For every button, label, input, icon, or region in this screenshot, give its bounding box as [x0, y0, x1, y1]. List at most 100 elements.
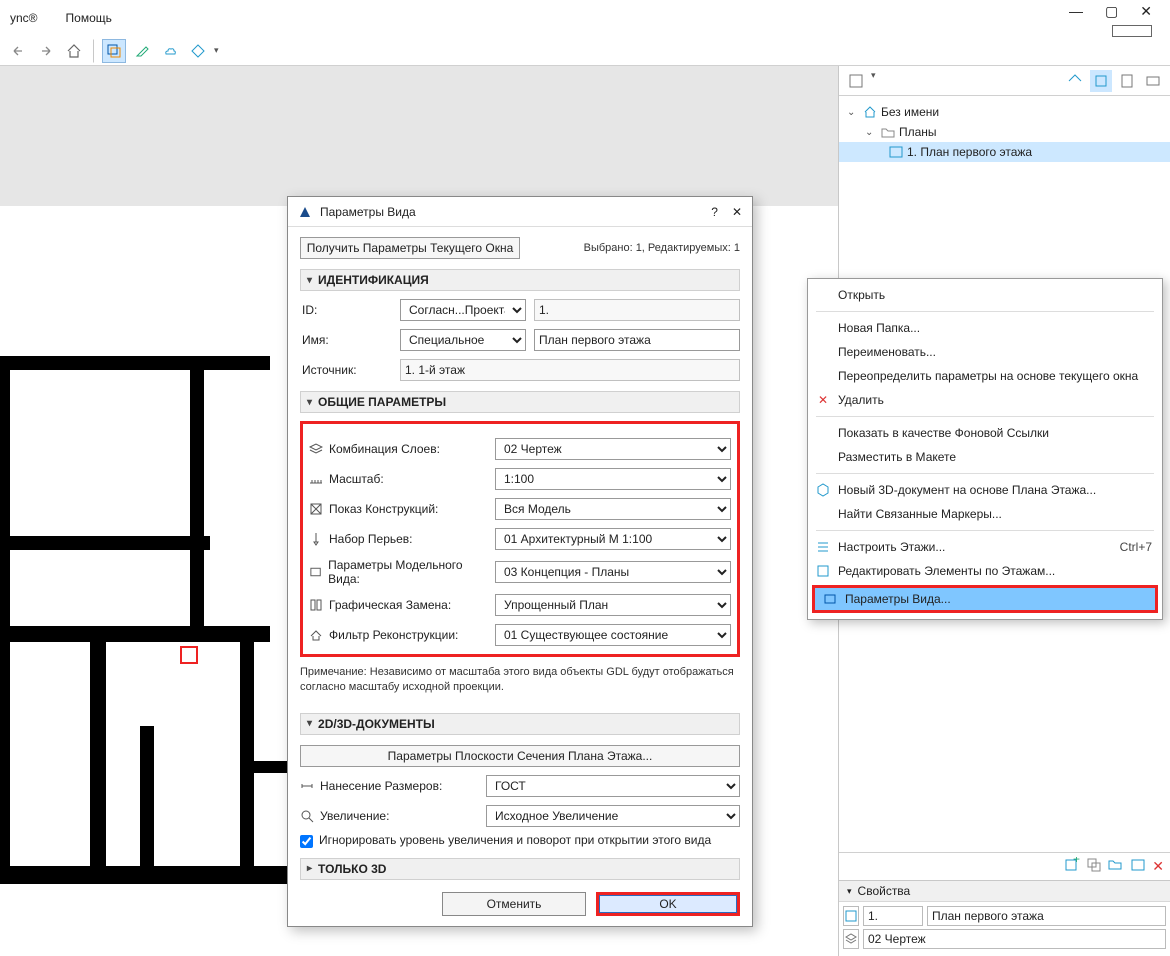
ctx-place-layout[interactable]: Разместить в Макете	[808, 445, 1162, 469]
pen-icon	[309, 532, 323, 546]
name-input[interactable]	[534, 329, 740, 351]
shape-icon[interactable]	[186, 39, 210, 63]
tree-item-selected[interactable]: 1. План первого этажа	[839, 142, 1170, 162]
mvo-label: Параметры Модельного Вида:	[328, 558, 487, 586]
ctx-view-settings[interactable]: Параметры Вида...	[815, 588, 1155, 610]
cloud-up-icon[interactable]	[158, 39, 182, 63]
ctx-rename-label: Переименовать...	[838, 345, 936, 359]
reno-label: Фильтр Реконструкции:	[329, 628, 458, 642]
view-map-icon[interactable]	[1090, 70, 1112, 92]
row-scale: Масштаб: 1:100	[309, 468, 731, 490]
tree-root-label: Без имени	[881, 105, 939, 119]
ctx-edit-story[interactable]: Редактировать Элементы по Этажам...	[808, 559, 1162, 583]
section-identification[interactable]: ▾ИДЕНТИФИКАЦИЯ	[300, 269, 740, 291]
delete-view-icon[interactable]: ✕	[1152, 858, 1164, 875]
house-icon	[863, 105, 877, 119]
reno-select[interactable]: 01 Существующее состояние	[495, 624, 731, 646]
construction-label: Показ Конструкций:	[329, 502, 438, 516]
edit-icon[interactable]	[130, 39, 154, 63]
layers-select[interactable]: 02 Чертеж	[495, 438, 731, 460]
ctx-redefine[interactable]: Переопределить параметры на основе текущ…	[808, 364, 1162, 388]
nav-dropdown-icon[interactable]	[845, 70, 867, 92]
id-select[interactable]: Согласн...Проекта	[400, 299, 526, 321]
construction-select[interactable]: Вся Модель	[495, 498, 731, 520]
zoom-select[interactable]: Исходное Увеличение	[486, 805, 740, 827]
clone-view-icon[interactable]	[1086, 857, 1102, 876]
cancel-button[interactable]: Отменить	[442, 892, 586, 916]
dimensioning-select[interactable]: ГОСТ	[486, 775, 740, 797]
pens-select[interactable]: 01 Архитектурный М 1:100	[495, 528, 731, 550]
close-icon[interactable]: ✕	[1140, 4, 1152, 18]
dropdown-arrow-icon[interactable]: ▾	[214, 45, 219, 56]
ctx-story-settings[interactable]: Настроить Этажи...Ctrl+7	[808, 535, 1162, 559]
mvo-select[interactable]: 03 Концепция - Планы	[495, 561, 731, 583]
ctx-delete[interactable]: ✕Удалить	[808, 388, 1162, 412]
new-view-icon[interactable]	[1130, 857, 1146, 876]
redo-icon[interactable]	[34, 39, 58, 63]
layers-small-icon	[843, 929, 859, 949]
properties-header[interactable]: ▾ Свойства	[839, 881, 1170, 902]
row-layers: Комбинация Слоев: 02 Чертеж	[309, 438, 731, 460]
disclose-icon[interactable]: ⌄	[847, 107, 859, 118]
cutplane-label: Параметры Плоскости Сечения Плана Этажа.…	[388, 749, 653, 763]
tree-folder[interactable]: ⌄ Планы	[839, 122, 1170, 142]
ctx-new-3d[interactable]: Новый 3D-документ на основе Плана Этажа.…	[808, 478, 1162, 502]
minimize-icon[interactable]: —	[1069, 4, 1083, 18]
prop-name[interactable]: План первого этажа	[927, 906, 1166, 926]
menu-sync[interactable]: ync®	[4, 7, 44, 29]
publisher-icon[interactable]	[1142, 70, 1164, 92]
new-folder-icon[interactable]	[1108, 857, 1124, 876]
row-reno: Фильтр Реконструкции: 01 Существующее со…	[309, 624, 731, 646]
name-select[interactable]: Специальное	[400, 329, 526, 351]
ctx-trace-ref[interactable]: Показать в качестве Фоновой Ссылки	[808, 421, 1162, 445]
section-3d[interactable]: ▸ТОЛЬКО 3D	[300, 858, 740, 880]
prop-row-name: 1. План первого этажа	[843, 906, 1166, 926]
prop-num[interactable]: 1.	[863, 906, 923, 926]
layers-icon	[309, 442, 323, 456]
disclose-icon[interactable]: ⌄	[865, 127, 877, 138]
project-map-icon[interactable]	[1064, 70, 1086, 92]
ctx-rename[interactable]: Переименовать...	[808, 340, 1162, 364]
section-common[interactable]: ▾ОБЩИЕ ПАРАМЕТРЫ	[300, 391, 740, 413]
sub-window-controls[interactable]	[1112, 25, 1152, 37]
ok-button[interactable]: OK	[596, 892, 740, 916]
scale-select[interactable]: 1:100	[495, 468, 731, 490]
folder-icon	[881, 125, 895, 139]
home-icon[interactable]	[62, 39, 86, 63]
ctx-new-folder[interactable]: Новая Папка...	[808, 316, 1162, 340]
help-icon[interactable]: ?	[711, 205, 718, 219]
dimension-icon	[300, 779, 314, 793]
separator	[93, 39, 95, 63]
layout-book-icon[interactable]	[1116, 70, 1138, 92]
save-view-icon[interactable]: +	[1064, 857, 1080, 876]
section-2d3d[interactable]: ▾2D/3D-ДОКУМЕНТЫ	[300, 713, 740, 735]
zoom-icon	[300, 809, 314, 823]
ctx-find-markers[interactable]: Найти Связанные Маркеры...	[808, 502, 1162, 526]
menubar: ync® Помощь	[0, 0, 1170, 36]
dropdown-arrow-icon[interactable]: ▾	[871, 70, 876, 92]
layers-label: Комбинация Слоев:	[329, 442, 440, 456]
context-menu: Открыть Новая Папка... Переименовать... …	[807, 278, 1163, 620]
ctx-open[interactable]: Открыть	[808, 283, 1162, 307]
cutplane-button[interactable]: Параметры Плоскости Сечения Плана Этажа.…	[300, 745, 740, 767]
ctx-edit-story-label: Редактировать Элементы по Этажам...	[838, 564, 1055, 578]
ignore-zoom-input[interactable]	[300, 835, 313, 848]
ignore-zoom-checkbox[interactable]: Игнорировать уровень увеличения и поворо…	[300, 833, 740, 848]
properties-panel: ▾ Свойства 1. План первого этажа 02 Черт…	[839, 880, 1170, 956]
separator	[816, 416, 1154, 417]
menu-help[interactable]: Помощь	[60, 7, 118, 29]
maximize-icon[interactable]: ▢	[1105, 4, 1118, 18]
dialog-titlebar[interactable]: Параметры Вида ? ✕	[288, 197, 752, 227]
row-construction: Показ Конструкций: Вся Модель	[309, 498, 731, 520]
app-icon	[298, 205, 312, 219]
delete-icon: ✕	[814, 391, 832, 409]
tree-root[interactable]: ⌄ Без имени	[839, 102, 1170, 122]
get-current-params-button[interactable]: Получить Параметры Текущего Окна	[300, 237, 520, 259]
prop-layers[interactable]: 02 Чертеж	[863, 929, 1166, 949]
undo-icon[interactable]	[6, 39, 30, 63]
ignore-zoom-label: Игнорировать уровень увеличения и поворо…	[319, 833, 711, 847]
override-select[interactable]: Упрощенный План	[495, 594, 731, 616]
trace-icon[interactable]	[102, 39, 126, 63]
navigator-head: ▾	[839, 66, 1170, 96]
close-icon[interactable]: ✕	[732, 205, 742, 219]
